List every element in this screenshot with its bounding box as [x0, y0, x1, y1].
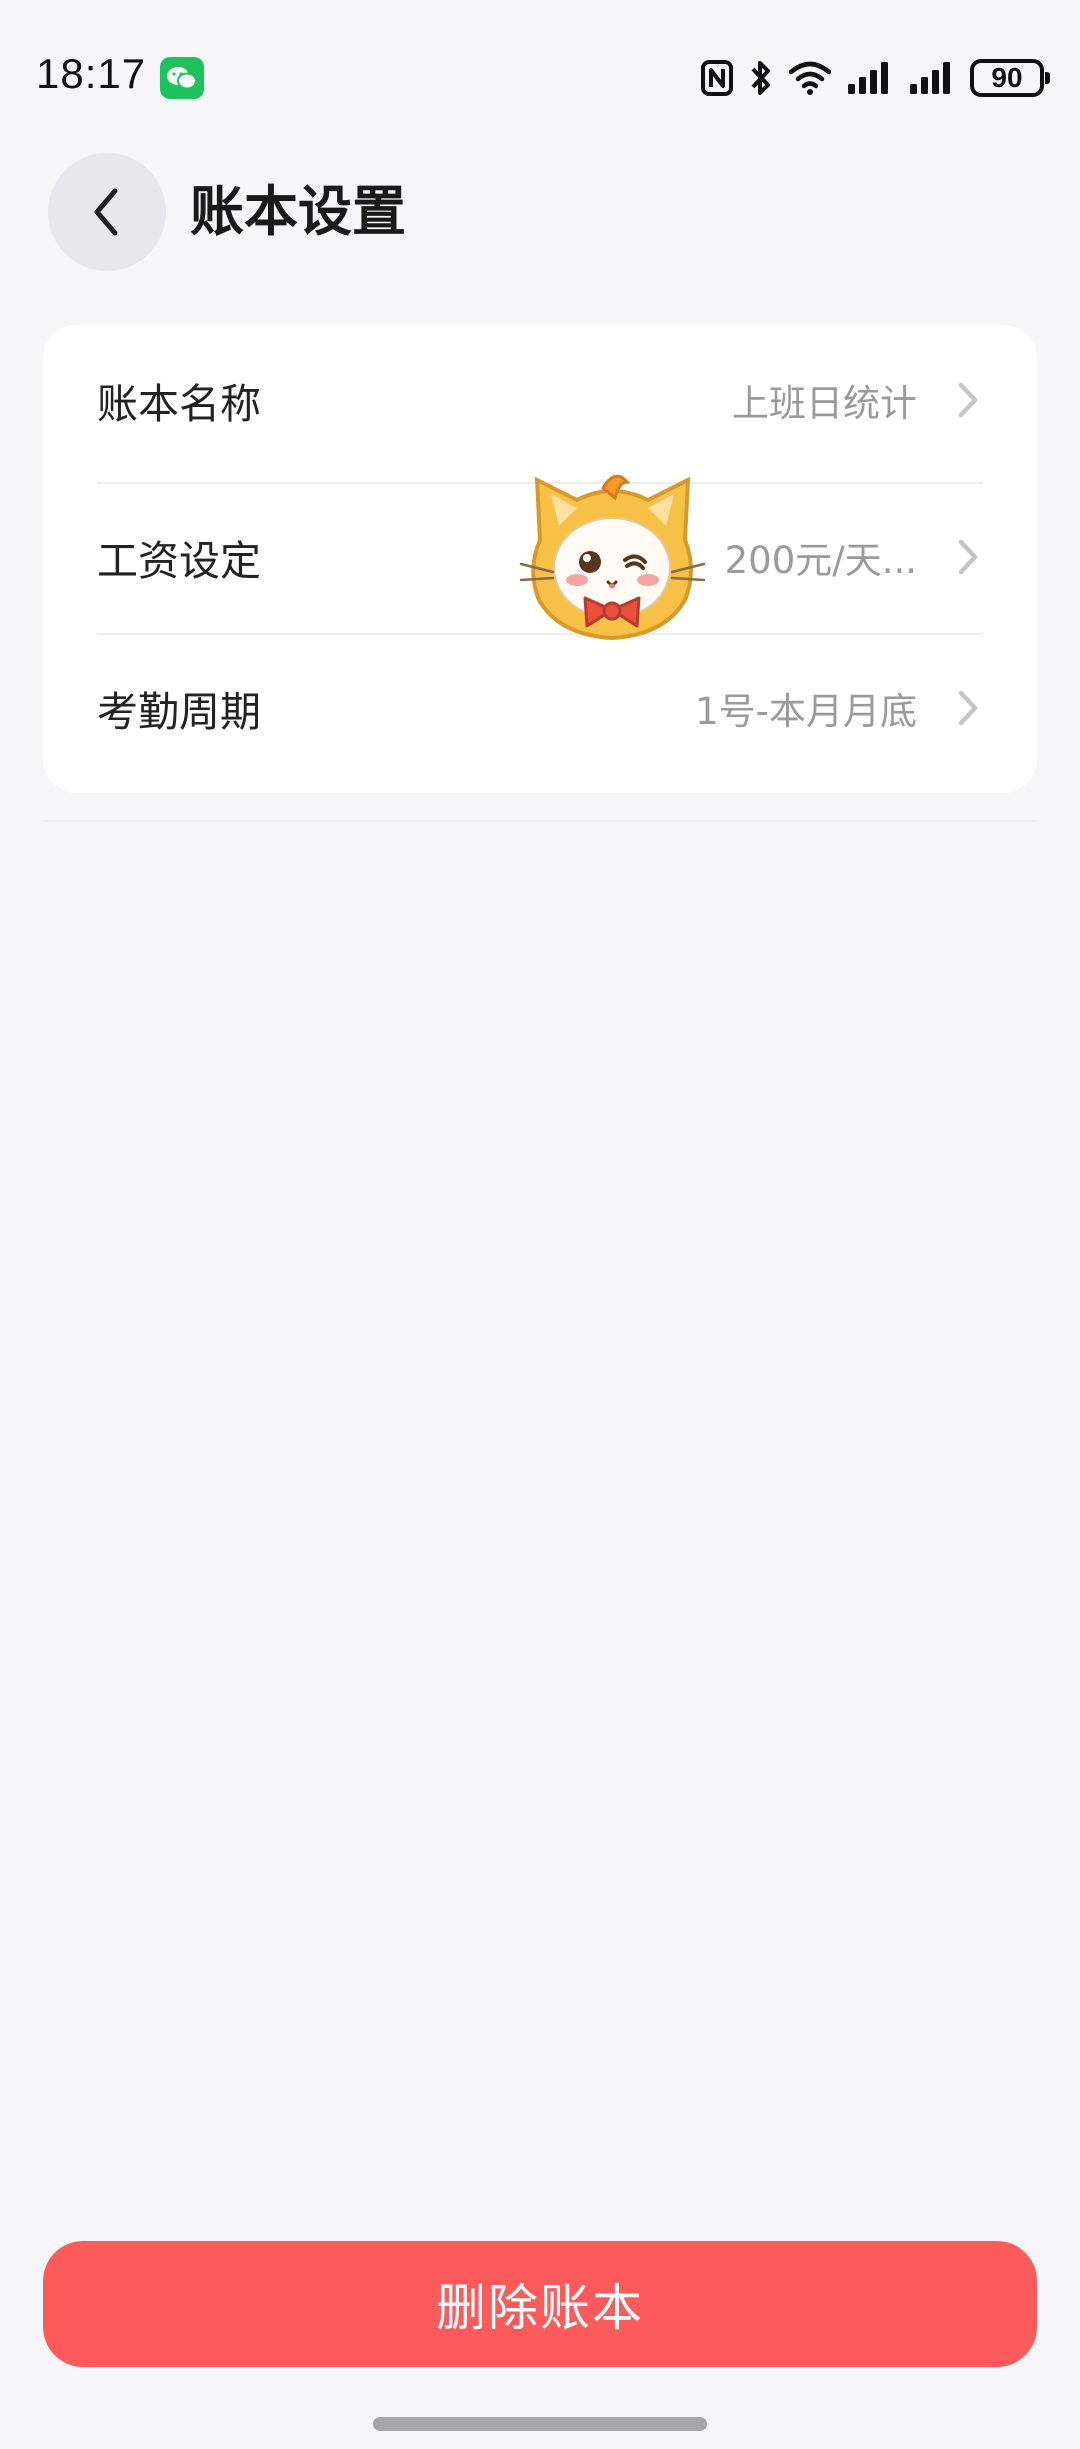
chevron-right-icon: [953, 380, 983, 420]
status-icons: 90: [700, 56, 1050, 100]
home-indicator[interactable]: [373, 2417, 707, 2431]
setting-row-attendance-cycle[interactable]: 考勤周期 1号-本月月底: [97, 633, 983, 783]
signal-icon: [846, 60, 894, 96]
battery-icon: 90: [970, 59, 1050, 97]
signal-icon: [908, 60, 956, 96]
section-divider: [43, 820, 1037, 822]
setting-row-book-name[interactable]: 账本名称 上班日统计: [97, 325, 983, 475]
setting-label: 考勤周期: [97, 688, 261, 736]
cat-mascot-icon[interactable]: [515, 460, 710, 650]
setting-value: 200元/天...: [724, 539, 917, 582]
setting-value: 上班日统计: [732, 382, 917, 425]
status-time: 18:17: [36, 50, 147, 97]
nfc-icon: [700, 59, 734, 97]
chevron-left-icon: [94, 188, 118, 236]
bluetooth-icon: [748, 58, 774, 98]
wechat-icon: [160, 57, 204, 99]
account-book-settings-screen: 18:17 90 账本设置 账本名称 上班日统计 工资设定 200元/天... …: [0, 0, 1080, 2449]
delete-book-button[interactable]: 删除账本: [43, 2241, 1037, 2367]
chevron-right-icon: [953, 688, 983, 728]
chevron-right-icon: [953, 537, 983, 577]
status-bar: 18:17 90: [0, 0, 1080, 150]
page-title: 账本设置: [190, 180, 406, 243]
wifi-icon: [788, 60, 832, 96]
setting-label: 工资设定: [97, 537, 261, 585]
setting-label: 账本名称: [97, 380, 261, 428]
battery-level: 90: [991, 62, 1023, 93]
setting-value: 1号-本月月底: [695, 690, 917, 733]
back-button[interactable]: [48, 153, 166, 271]
